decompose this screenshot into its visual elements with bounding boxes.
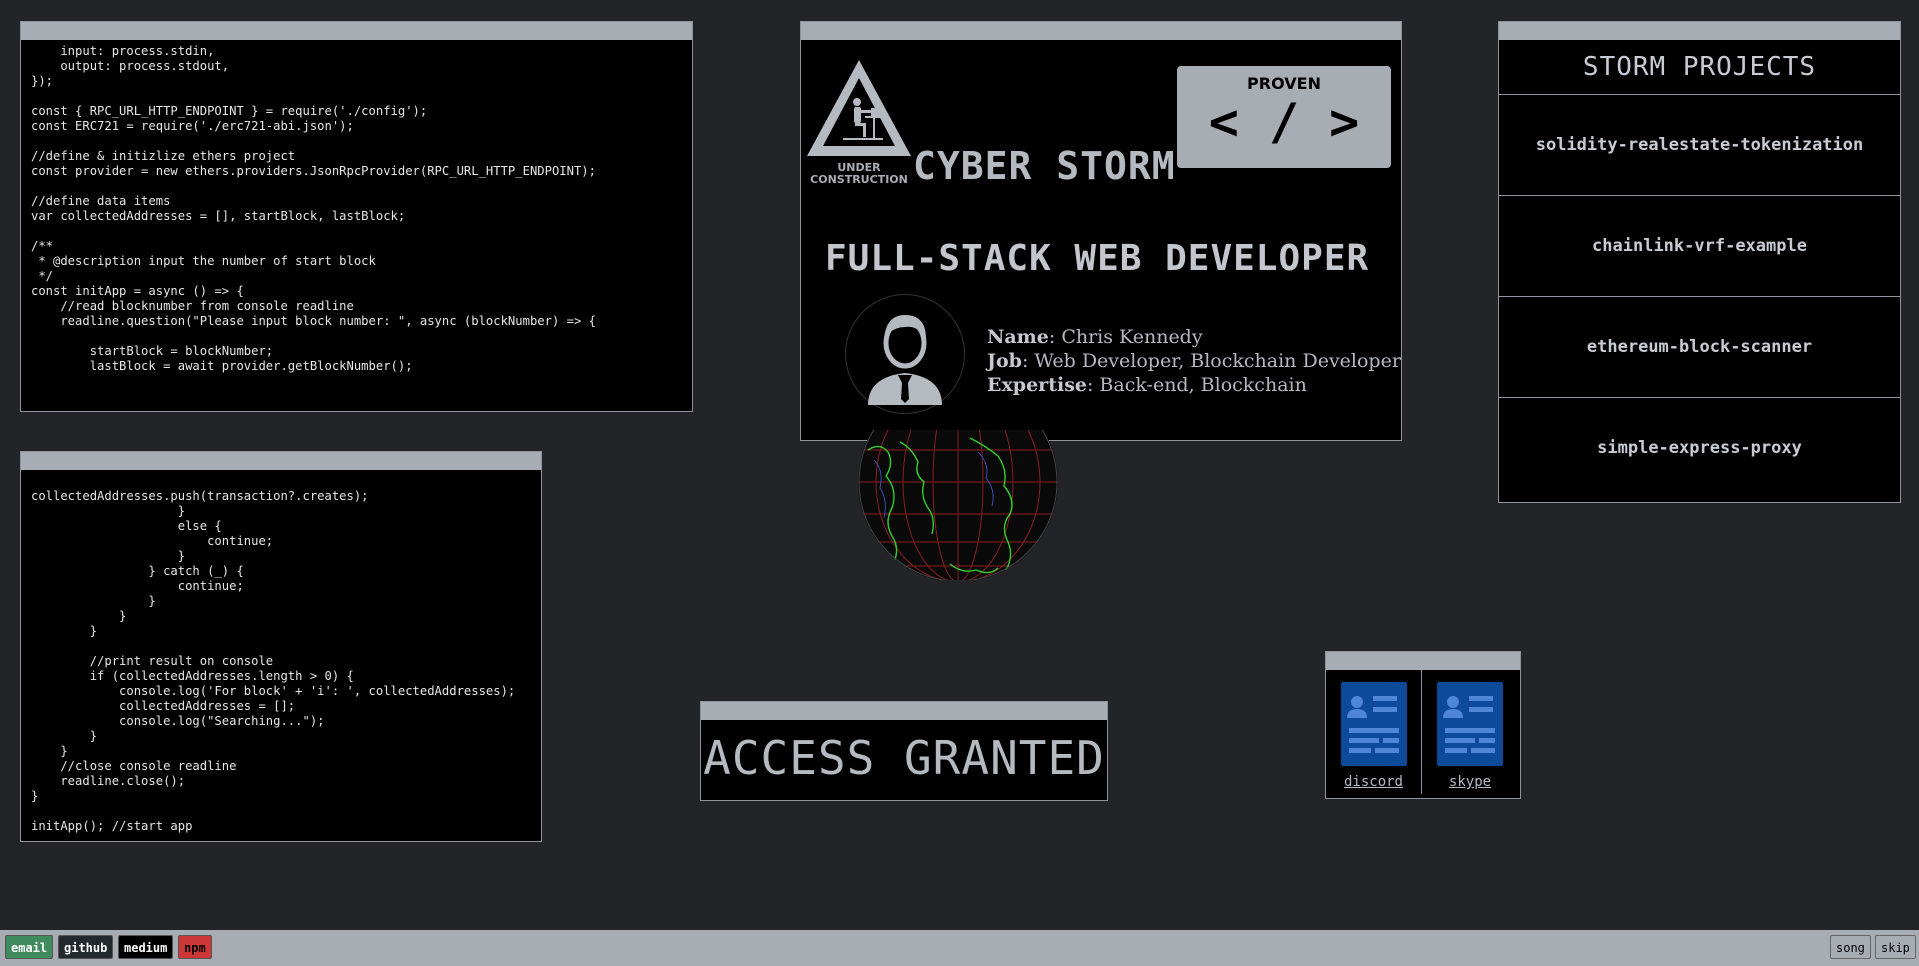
window-titlebar[interactable] [21, 452, 541, 470]
contact-label[interactable]: discord [1326, 774, 1421, 790]
globe-icon [858, 382, 1058, 582]
taskbar: email github medium npm song skip [0, 930, 1919, 966]
expertise-row: Expertise: Back-end, Blockchain [987, 374, 1307, 396]
under-construction-label: UNDER CONSTRUCTION [810, 161, 908, 186]
code-brackets-icon: < / > [1208, 93, 1360, 151]
access-window: ACCESS GRANTED [700, 701, 1108, 801]
window-titlebar[interactable] [701, 702, 1107, 720]
email-button[interactable]: email [5, 935, 54, 959]
window-titlebar[interactable] [1326, 652, 1520, 670]
code-text: input: process.stdin, output: process.st… [31, 44, 596, 373]
window-titlebar[interactable] [801, 22, 1401, 40]
code-window-top: input: process.stdin, output: process.st… [20, 21, 693, 412]
projects-list: solidity-realestate-tokenization chainli… [1499, 95, 1900, 498]
code-text: collectedAddresses.push(transaction?.cre… [31, 489, 516, 833]
github-button[interactable]: github [58, 935, 114, 959]
project-item[interactable]: chainlink-vrf-example [1499, 196, 1900, 297]
contact-card-icon [1437, 682, 1503, 766]
skip-button[interactable]: skip [1875, 935, 1916, 959]
projects-title: STORM PROJECTS [1499, 40, 1900, 95]
warning-sign-icon [807, 60, 911, 156]
brand-title: CYBER STORM [913, 144, 1176, 188]
code-window-bottom: collectedAddresses.push(transaction?.cre… [20, 451, 542, 842]
user-avatar-icon [868, 315, 942, 405]
proven-title: PROVEN [1247, 74, 1321, 93]
project-item[interactable]: simple-express-proxy [1499, 398, 1900, 498]
contacts-window: discord skype [1325, 651, 1521, 799]
song-button[interactable]: song [1830, 935, 1871, 959]
npm-button[interactable]: npm [178, 935, 212, 959]
access-granted-text: ACCESS GRANTED [703, 731, 1105, 785]
window-titlebar[interactable] [21, 22, 692, 40]
project-item[interactable]: ethereum-block-scanner [1499, 297, 1900, 398]
contact-card-icon [1340, 682, 1407, 766]
avatar [845, 294, 965, 414]
job-row: Job: Web Developer, Blockchain Developer [987, 350, 1401, 372]
project-item[interactable]: solidity-realestate-tokenization [1499, 95, 1900, 196]
under-construction-badge: UNDER CONSTRUCTION [801, 56, 917, 186]
window-titlebar[interactable] [1499, 22, 1900, 40]
contact-label[interactable]: skype [1422, 774, 1518, 790]
profile-info: Name: Chris Kennedy Job: Web Developer, … [987, 325, 1401, 397]
contact-skype[interactable]: skype [1422, 670, 1518, 794]
globe-graphic [858, 382, 1058, 582]
projects-window: STORM PROJECTS solidity-realestate-token… [1498, 21, 1901, 503]
medium-button[interactable]: medium [118, 935, 174, 959]
headline: FULL-STACK WEB DEVELOPER [825, 238, 1370, 279]
proven-badge: PROVEN < / > [1177, 66, 1391, 168]
contact-discord[interactable]: discord [1326, 670, 1422, 794]
profile-window: UNDER CONSTRUCTION CYBER STORM PROVEN < … [800, 21, 1402, 441]
name-row: Name: Chris Kennedy [987, 326, 1203, 348]
